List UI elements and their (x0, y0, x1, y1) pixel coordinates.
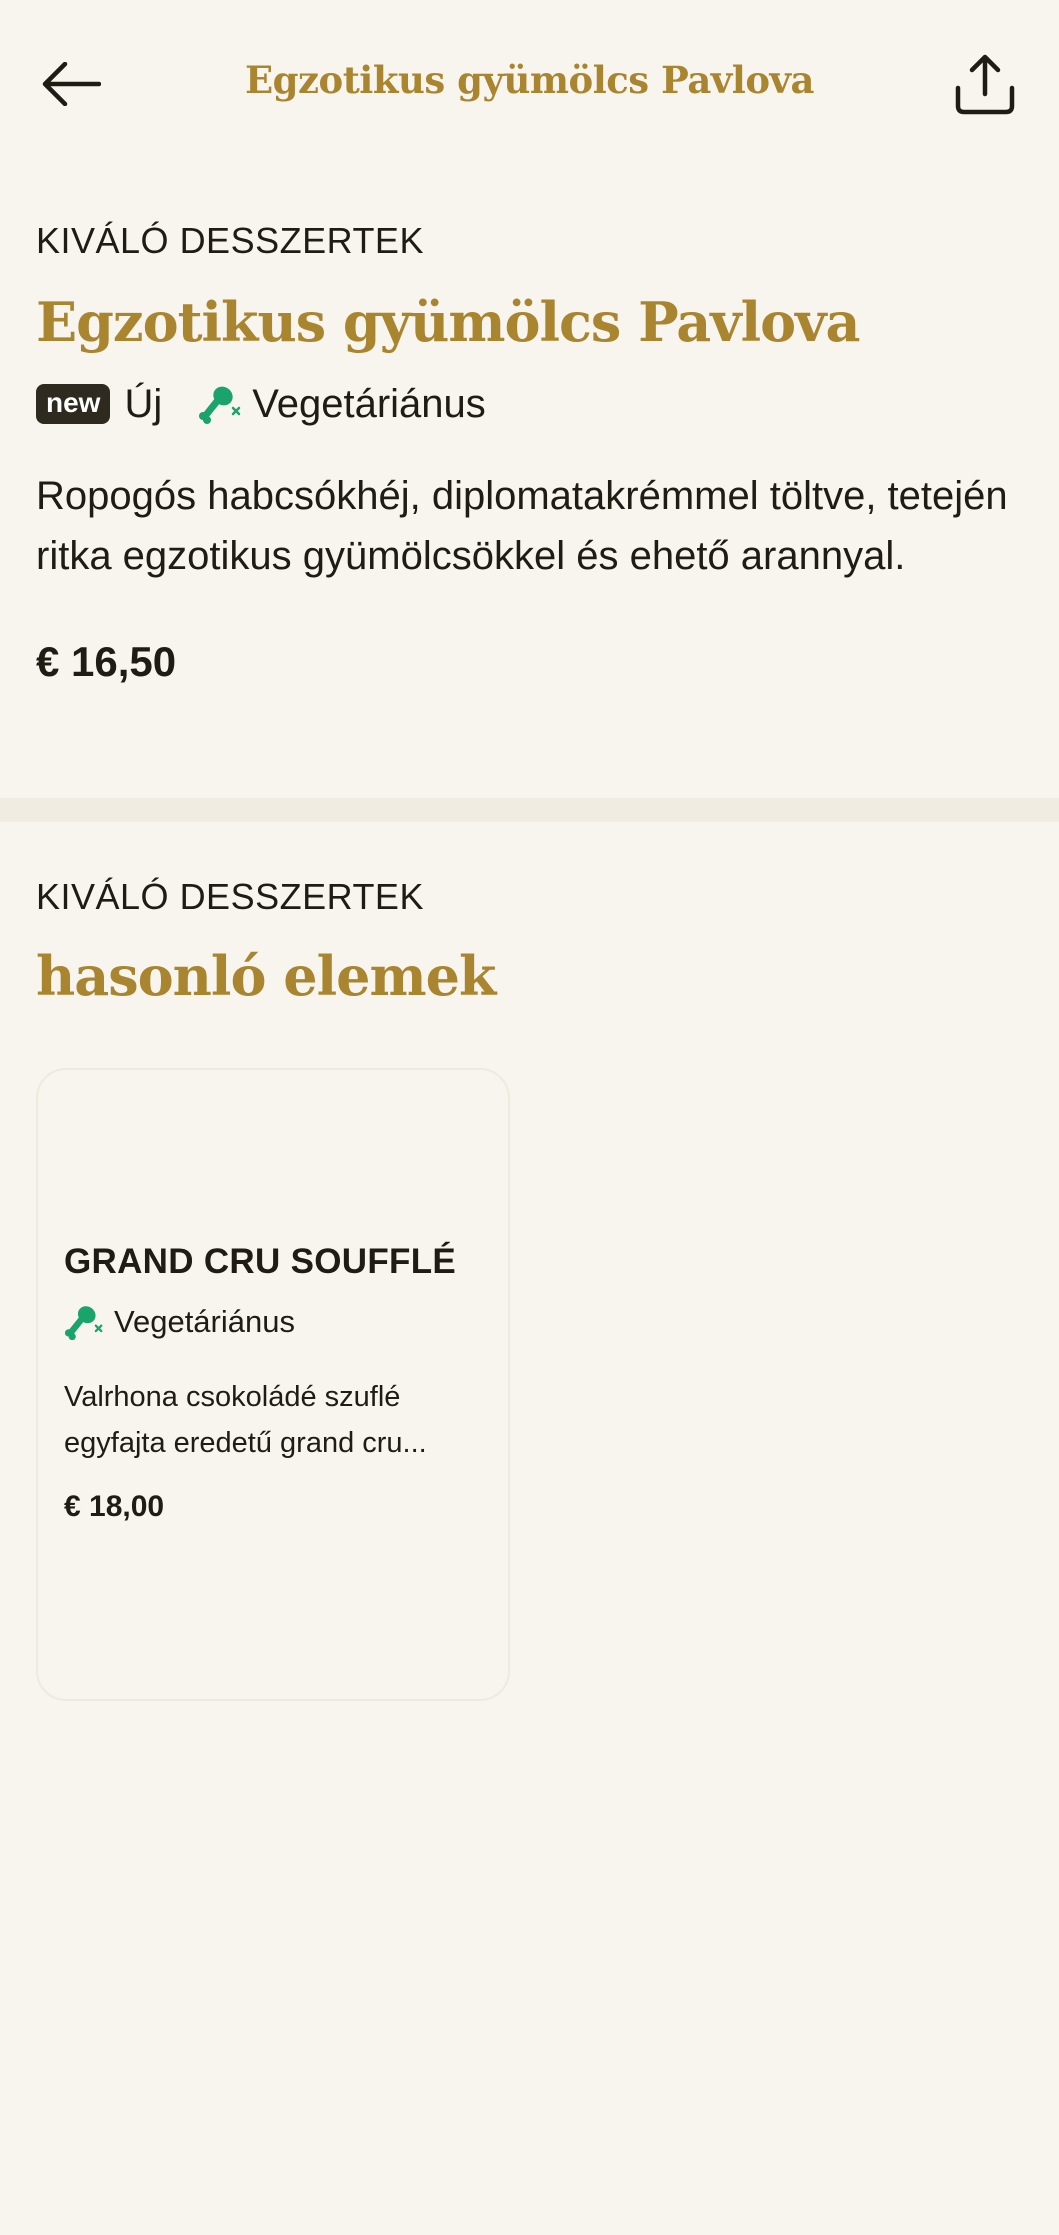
similar-title: hasonló elemek (36, 944, 496, 1008)
section-divider (0, 798, 1059, 822)
vegetarian-drumstick-icon (198, 382, 242, 426)
vegetarian-label: Vegetáriánus (252, 381, 486, 426)
similar-item-name: GRAND CRU SOUFFLÉ (64, 1242, 457, 1281)
share-icon (955, 54, 1015, 115)
product-price: € 16,50 (36, 638, 177, 685)
similar-item-card[interactable]: GRAND CRU SOUFFLÉ Vegetáriánus Valrhona … (36, 1068, 510, 1701)
share-button[interactable] (948, 48, 1022, 122)
product-category: KIVÁLÓ DESSZERTEK (36, 220, 424, 261)
new-badge: new (36, 384, 111, 424)
new-label: Új (124, 381, 163, 426)
similar-item-price: € 18,00 (64, 1490, 165, 1523)
similar-category: KIVÁLÓ DESSZERTEK (36, 876, 424, 917)
similar-item-tag: Vegetáriánus (64, 1302, 295, 1342)
product-title: Egzotikus gyümölcs Pavlova (36, 290, 861, 354)
similar-items-section: KIVÁLÓ DESSZERTEK hasonló elemek (36, 876, 1026, 1008)
vegetarian-drumstick-icon (64, 1302, 104, 1342)
arrow-left-icon (42, 62, 101, 106)
product-detail-page: Egzotikus gyümölcs Pavlova KIVÁLÓ DESSZE… (0, 0, 1059, 2235)
similar-item-description: Valrhona csokoládé szuflé egyfajta erede… (64, 1381, 427, 1459)
back-button[interactable] (36, 52, 106, 116)
top-bar: Egzotikus gyümölcs Pavlova (0, 0, 1059, 170)
product-tags: new Új Vegetáriánus (36, 378, 1026, 430)
similar-item-veg-label: Vegetáriánus (114, 1304, 295, 1339)
product-description: Ropogós habcsókhéj, diplomatakrémmel töl… (36, 474, 1008, 578)
page-title: Egzotikus gyümölcs Pavlova (244, 58, 815, 102)
product-details: KIVÁLÓ DESSZERTEK Egzotikus gyümölcs Pav… (36, 220, 1026, 686)
